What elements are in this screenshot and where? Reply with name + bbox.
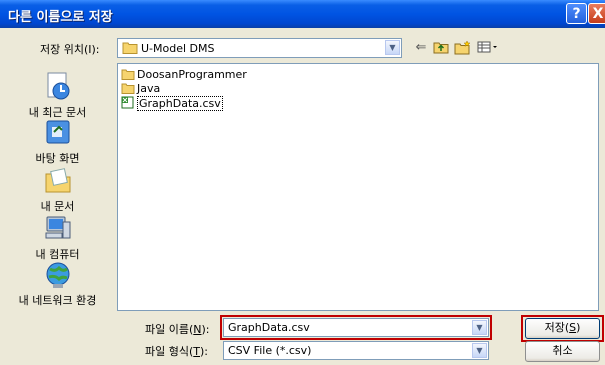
place-label: 내 네트워크 환경: [18, 294, 97, 307]
file-type-value: CSV File (*.csv): [228, 344, 312, 357]
list-item[interactable]: DoosanProgrammer: [121, 68, 247, 82]
places-bar: 내 최근 문서 바탕 화면 내 문서 내 컴퓨터 내 네트워크 환경: [0, 62, 115, 312]
up-folder-icon[interactable]: [432, 40, 450, 56]
window-title: 다른 이름으로 저장: [8, 10, 113, 25]
my-computer-icon: [45, 216, 70, 239]
place-my-documents[interactable]: 내 문서: [0, 166, 115, 214]
save-in-dropdown[interactable]: U-Model DMS ▼: [117, 38, 402, 58]
help-button[interactable]: ?: [566, 3, 587, 24]
new-folder-icon[interactable]: [454, 40, 472, 56]
file-name: GraphData.csv: [137, 96, 223, 111]
folder-icon: [122, 42, 138, 54]
view-menu-icon[interactable]: [476, 40, 500, 56]
cancel-button[interactable]: 취소: [525, 341, 600, 362]
save-in-value: U-Model DMS: [141, 42, 215, 55]
save-in-label: 저장 위치(I):: [40, 43, 100, 56]
back-arrow-icon[interactable]: ⇐: [412, 40, 430, 56]
place-recent-documents[interactable]: 내 최근 문서: [0, 70, 115, 120]
chevron-down-icon[interactable]: ▼: [385, 40, 400, 55]
list-item[interactable]: GraphData.csv: [121, 96, 223, 111]
file-type-label: 파일 형식(T):: [145, 345, 209, 358]
folder-icon: [121, 69, 135, 80]
file-name: DoosanProgrammer: [137, 68, 247, 81]
folder-icon: [121, 83, 135, 94]
list-item[interactable]: Java: [121, 82, 160, 96]
file-name: Java: [137, 82, 161, 95]
file-name-label: 파일 이름(N):: [145, 323, 210, 336]
place-network[interactable]: 내 네트워크 환경: [0, 260, 115, 308]
save-as-dialog: 다른 이름으로 저장 ? X 저장 위치(I): U-Model DMS ▼ ⇐: [0, 0, 605, 365]
place-label: 내 문서: [40, 200, 75, 213]
desktop-icon: [46, 120, 69, 144]
place-my-computer[interactable]: 내 컴퓨터: [0, 214, 115, 262]
place-label: 바탕 화면: [35, 152, 80, 165]
my-documents-icon: [45, 168, 70, 193]
file-type-dropdown[interactable]: CSV File (*.csv) ▼: [223, 341, 489, 360]
save-button-highlight: [521, 315, 604, 342]
network-places-icon: [46, 262, 69, 288]
close-button[interactable]: X: [588, 3, 605, 24]
recent-documents-icon: [47, 72, 69, 100]
place-desktop[interactable]: 바탕 화면: [0, 118, 115, 166]
file-list[interactable]: DoosanProgrammer Java GraphData.csv: [117, 63, 599, 311]
csv-file-icon: [121, 96, 134, 109]
chevron-down-icon[interactable]: ▼: [472, 343, 487, 358]
file-name-highlight: [220, 315, 492, 340]
title-bar[interactable]: 다른 이름으로 저장 ? X: [0, 0, 605, 28]
